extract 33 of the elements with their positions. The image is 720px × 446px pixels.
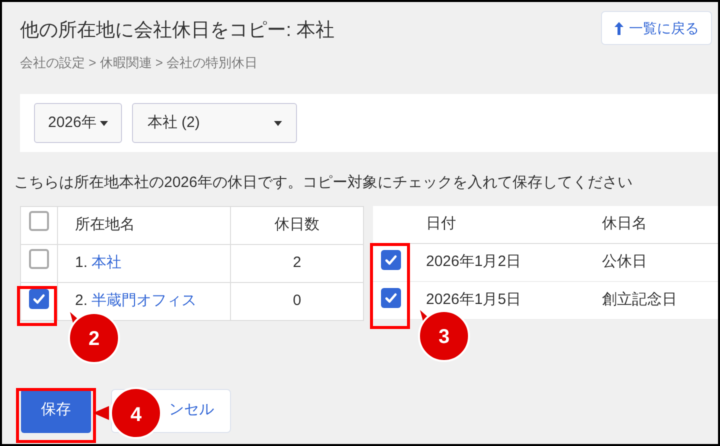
year-dropdown[interactable]: 2026年 xyxy=(34,103,122,143)
column-header: 休日数 xyxy=(230,206,364,244)
table-cell: 2026年1月2日 xyxy=(408,244,588,282)
checkbox[interactable] xyxy=(380,288,400,308)
location-link[interactable]: 本社 xyxy=(92,254,122,271)
check-icon xyxy=(384,291,398,306)
column-header: 日付 xyxy=(408,206,588,244)
checkbox[interactable] xyxy=(29,249,49,270)
checkbox[interactable] xyxy=(380,250,400,270)
table-cell: 創立記念日 xyxy=(588,282,718,320)
column-header: 所在地名 xyxy=(58,206,230,244)
instruction-text: こちらは所在地本社の2026年の休日です。コピー対象にチェックを入れて保存してください xyxy=(13,173,634,193)
checkbox[interactable] xyxy=(29,288,49,309)
location-dropdown[interactable]: 本社 (2) xyxy=(132,103,298,143)
table-cell: 公休日 xyxy=(588,244,718,282)
checkbox[interactable] xyxy=(29,211,49,232)
back-button[interactable]: 一覧に戻る xyxy=(601,11,712,45)
location-link[interactable]: 半蔵門オフィス xyxy=(92,292,197,309)
row-number: 1. xyxy=(75,254,88,271)
row-number: 2. xyxy=(75,292,88,309)
breadcrumb: 会社の設定 > 休暇関連 > 会社の特別休日 xyxy=(19,54,259,72)
page-title: 他の所在地に会社休日をコピー: 本社 xyxy=(20,19,335,43)
table-cell: 2 xyxy=(230,244,364,282)
table-cell: 0 xyxy=(230,282,364,320)
caret-icon xyxy=(274,120,282,126)
caret-icon xyxy=(100,120,108,126)
highlight-box xyxy=(17,286,57,326)
check-icon xyxy=(32,292,46,306)
table-cell: 2026年1月5日 xyxy=(408,282,588,320)
up-arrow-icon xyxy=(614,22,624,34)
check-icon xyxy=(384,253,398,268)
save-button[interactable]: 保存 xyxy=(21,388,91,432)
column-header: 休日名 xyxy=(588,206,718,244)
